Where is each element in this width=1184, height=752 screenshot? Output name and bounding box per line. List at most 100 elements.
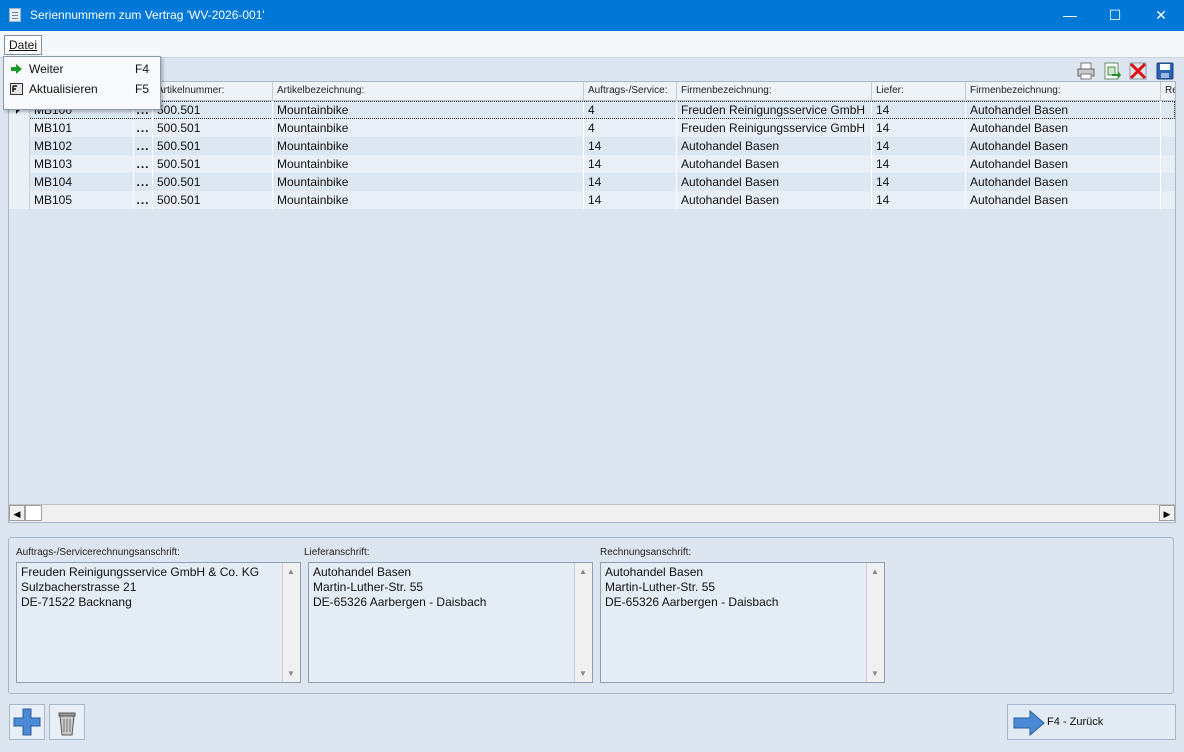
- cell-serial[interactable]: MB103: [30, 155, 134, 173]
- cell-serial[interactable]: MB101: [30, 119, 134, 137]
- horizontal-scrollbar[interactable]: ◀ ▶: [9, 504, 1175, 522]
- scroll-right-icon[interactable]: ▶: [1159, 505, 1175, 521]
- maximize-button[interactable]: ☐: [1092, 0, 1138, 31]
- scroll-down-icon[interactable]: ▼: [579, 669, 587, 678]
- cell-artikelbezeichnung[interactable]: Mountainbike: [273, 101, 584, 119]
- cell-liefer[interactable]: 14: [872, 101, 966, 119]
- header-liefer[interactable]: Liefer:: [872, 82, 966, 100]
- cell-firmenbezeichnung-2[interactable]: Autohandel Basen: [966, 155, 1161, 173]
- scroll-up-icon[interactable]: ▲: [579, 567, 587, 576]
- cell-liefer[interactable]: 14: [872, 191, 966, 209]
- cell-firmenbezeichnung-2[interactable]: Autohandel Basen: [966, 137, 1161, 155]
- cell-artikelbezeichnung[interactable]: Mountainbike: [273, 173, 584, 191]
- cell-serial[interactable]: MB104: [30, 173, 134, 191]
- scroll-up-icon[interactable]: ▲: [871, 567, 879, 576]
- minimize-button[interactable]: —: [1047, 0, 1093, 31]
- cell-liefer[interactable]: 14: [872, 137, 966, 155]
- ellipsis-button[interactable]: ...: [134, 137, 153, 155]
- menu-item-label: Weiter: [29, 62, 64, 76]
- cell-firmenbezeichnung-2[interactable]: Autohandel Basen: [966, 119, 1161, 137]
- cell-firmenbezeichnung-1[interactable]: Autohandel Basen: [677, 191, 872, 209]
- menu-item-weiter[interactable]: Weiter F4: [4, 59, 160, 79]
- row-selector[interactable]: [9, 119, 30, 137]
- cell-artikelnummer[interactable]: 500.501: [153, 119, 273, 137]
- back-button-label: F4 - Zurück: [1047, 716, 1104, 728]
- delete-button[interactable]: [49, 704, 85, 740]
- liefer-address-text: Autohandel Basen Martin-Luther-Str. 55 D…: [313, 565, 487, 609]
- excel-export-icon[interactable]: [1102, 61, 1122, 81]
- row-selector[interactable]: [9, 155, 30, 173]
- ellipsis-button[interactable]: ...: [134, 191, 153, 209]
- ellipsis-button[interactable]: ...: [134, 173, 153, 191]
- vertical-scrollbar[interactable]: ▲ ▼: [574, 563, 592, 682]
- cell-firmenbezeichnung-1[interactable]: Freuden Reinigungsservice GmbH: [677, 119, 872, 137]
- cell-firmenbezeichnung-1[interactable]: Autohandel Basen: [677, 155, 872, 173]
- header-firmenbezeichnung-1[interactable]: Firmenbezeichnung:: [677, 82, 872, 100]
- cell-artikelbezeichnung[interactable]: Mountainbike: [273, 119, 584, 137]
- cell-artikelbezeichnung[interactable]: Mountainbike: [273, 191, 584, 209]
- menu-item-shortcut: F4: [135, 62, 150, 76]
- scroll-thumb[interactable]: [25, 505, 42, 521]
- cell-artikelbezeichnung[interactable]: Mountainbike: [273, 155, 584, 173]
- ellipsis-button[interactable]: ...: [134, 155, 153, 173]
- row-selector[interactable]: [9, 137, 30, 155]
- row-selector[interactable]: [9, 173, 30, 191]
- header-re[interactable]: Re: [1161, 82, 1175, 100]
- cell-artikelnummer[interactable]: 500.501: [153, 191, 273, 209]
- scroll-up-icon[interactable]: ▲: [287, 567, 295, 576]
- cell-serial[interactable]: MB105: [30, 191, 134, 209]
- scroll-left-icon[interactable]: ◀: [9, 505, 25, 521]
- cell-firmenbezeichnung-2[interactable]: Autohandel Basen: [966, 173, 1161, 191]
- table-row[interactable]: MB105 ... 500.501 Mountainbike 14 Autoha…: [9, 191, 1175, 209]
- cell-auftrags-service[interactable]: 14: [584, 137, 677, 155]
- scroll-down-icon[interactable]: ▼: [871, 669, 879, 678]
- auftrag-address-text: Freuden Reinigungsservice GmbH & Co. KG …: [21, 565, 260, 609]
- delete-red-x-icon[interactable]: [1128, 61, 1148, 81]
- cell-artikelnummer[interactable]: 500.501: [153, 137, 273, 155]
- cell-auftrags-service[interactable]: 14: [584, 173, 677, 191]
- cell-artikelnummer[interactable]: 500.501: [153, 101, 273, 119]
- scroll-down-icon[interactable]: ▼: [287, 669, 295, 678]
- save-disk-icon[interactable]: [1155, 61, 1175, 81]
- cell-firmenbezeichnung-2[interactable]: Autohandel Basen: [966, 191, 1161, 209]
- vertical-scrollbar[interactable]: ▲ ▼: [866, 563, 884, 682]
- table-row[interactable]: MB100 ... 500.501 Mountainbike 4 Freuden…: [9, 101, 1175, 119]
- cell-liefer[interactable]: 14: [872, 155, 966, 173]
- ellipsis-button[interactable]: ...: [134, 119, 153, 137]
- header-artikelnummer[interactable]: Artikelnummer:: [153, 82, 273, 100]
- rechnung-address-box[interactable]: Autohandel Basen Martin-Luther-Str. 55 D…: [600, 562, 885, 683]
- print-icon[interactable]: [1076, 61, 1096, 81]
- close-button[interactable]: ✕: [1138, 0, 1184, 31]
- cell-firmenbezeichnung-1[interactable]: Freuden Reinigungsservice GmbH: [677, 101, 872, 119]
- cell-auftrags-service[interactable]: 14: [584, 191, 677, 209]
- cell-auftrags-service[interactable]: 14: [584, 155, 677, 173]
- auftrag-address-box[interactable]: Freuden Reinigungsservice GmbH & Co. KG …: [16, 562, 301, 683]
- cell-artikelnummer[interactable]: 500.501: [153, 173, 273, 191]
- header-artikelbezeichnung[interactable]: Artikelbezeichnung:: [273, 82, 584, 100]
- cell-liefer[interactable]: 14: [872, 173, 966, 191]
- cell-artikelbezeichnung[interactable]: Mountainbike: [273, 137, 584, 155]
- table-row[interactable]: MB103 ... 500.501 Mountainbike 14 Autoha…: [9, 155, 1175, 173]
- cell-serial[interactable]: MB102: [30, 137, 134, 155]
- serial-number-grid[interactable]: Artikelnummer: Artikelbezeichnung: Auftr…: [8, 81, 1176, 523]
- add-button[interactable]: [9, 704, 45, 740]
- row-selector[interactable]: [9, 191, 30, 209]
- table-row[interactable]: MB104 ... 500.501 Mountainbike 14 Autoha…: [9, 173, 1175, 191]
- header-auftrags-service[interactable]: Auftrags-/Service:: [584, 82, 677, 100]
- cell-artikelnummer[interactable]: 500.501: [153, 155, 273, 173]
- back-button[interactable]: F4 - Zurück: [1007, 704, 1176, 740]
- cell-auftrags-service[interactable]: 4: [584, 119, 677, 137]
- cell-firmenbezeichnung-1[interactable]: Autohandel Basen: [677, 173, 872, 191]
- trash-icon: [58, 712, 76, 736]
- liefer-address-box[interactable]: Autohandel Basen Martin-Luther-Str. 55 D…: [308, 562, 593, 683]
- cell-liefer[interactable]: 14: [872, 119, 966, 137]
- vertical-scrollbar[interactable]: ▲ ▼: [282, 563, 300, 682]
- cell-firmenbezeichnung-1[interactable]: Autohandel Basen: [677, 137, 872, 155]
- cell-firmenbezeichnung-2[interactable]: Autohandel Basen: [966, 101, 1161, 119]
- cell-auftrags-service[interactable]: 4: [584, 101, 677, 119]
- table-row[interactable]: MB102 ... 500.501 Mountainbike 14 Autoha…: [9, 137, 1175, 155]
- menu-datei[interactable]: Datei: [4, 35, 43, 55]
- table-row[interactable]: MB101 ... 500.501 Mountainbike 4 Freuden…: [9, 119, 1175, 137]
- menu-item-aktualisieren[interactable]: Aktualisieren F5: [4, 79, 160, 99]
- header-firmenbezeichnung-2[interactable]: Firmenbezeichnung:: [966, 82, 1161, 100]
